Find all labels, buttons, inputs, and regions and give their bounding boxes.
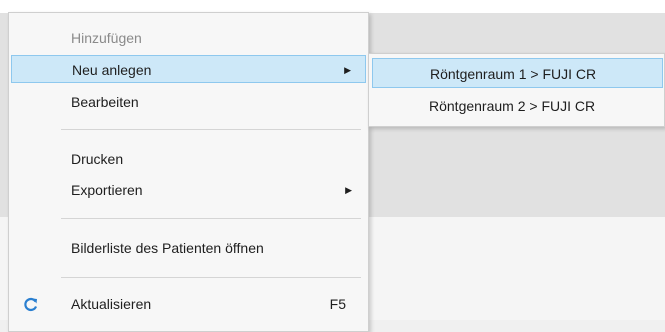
menu-item-label: Hinzufügen bbox=[71, 30, 142, 46]
menu-separator bbox=[61, 218, 361, 219]
refresh-icon bbox=[21, 290, 41, 318]
menu-item-label: Exportieren bbox=[71, 182, 143, 198]
submenu-item-roentgenraum-1[interactable]: Röntgenraum 1 > FUJI CR bbox=[372, 58, 663, 88]
submenu-item-roentgenraum-2[interactable]: Röntgenraum 2 > FUJI CR bbox=[372, 91, 663, 121]
menu-item-label: Bilderliste des Patienten öffnen bbox=[71, 240, 264, 256]
menu-item-aktualisieren[interactable]: Aktualisieren F5 bbox=[11, 290, 366, 318]
menu-item-label: Aktualisieren bbox=[71, 296, 152, 312]
submenu-item-label: Röntgenraum 1 > FUJI CR bbox=[430, 66, 597, 82]
menu-item-bilderliste[interactable]: Bilderliste des Patienten öffnen bbox=[11, 234, 366, 262]
menu-item-label: Drucken bbox=[71, 151, 124, 167]
shortcut-label: F5 bbox=[329, 296, 346, 312]
menu-item-bearbeiten[interactable]: Bearbeiten bbox=[11, 88, 366, 116]
menu-item-label: Bearbeiten bbox=[71, 94, 139, 110]
context-menu: Hinzufügen Neu anlegen ▶ Bearbeiten Druc… bbox=[8, 12, 369, 332]
submenu-item-label: Röntgenraum 2 > FUJI CR bbox=[429, 98, 596, 114]
menu-item-hinzufuegen: Hinzufügen bbox=[11, 24, 366, 52]
menu-item-neu-anlegen[interactable]: Neu anlegen ▶ bbox=[11, 55, 366, 83]
submenu-arrow-icon: ▶ bbox=[345, 185, 352, 195]
menu-separator bbox=[61, 277, 361, 278]
submenu-arrow-icon: ▶ bbox=[344, 65, 351, 75]
menu-item-exportieren[interactable]: Exportieren ▶ bbox=[11, 176, 366, 204]
menu-item-drucken[interactable]: Drucken bbox=[11, 145, 366, 173]
menu-item-label: Neu anlegen bbox=[72, 62, 152, 78]
submenu-neu-anlegen: Röntgenraum 1 > FUJI CR Röntgenraum 2 > … bbox=[368, 53, 665, 127]
menu-separator bbox=[61, 129, 361, 130]
